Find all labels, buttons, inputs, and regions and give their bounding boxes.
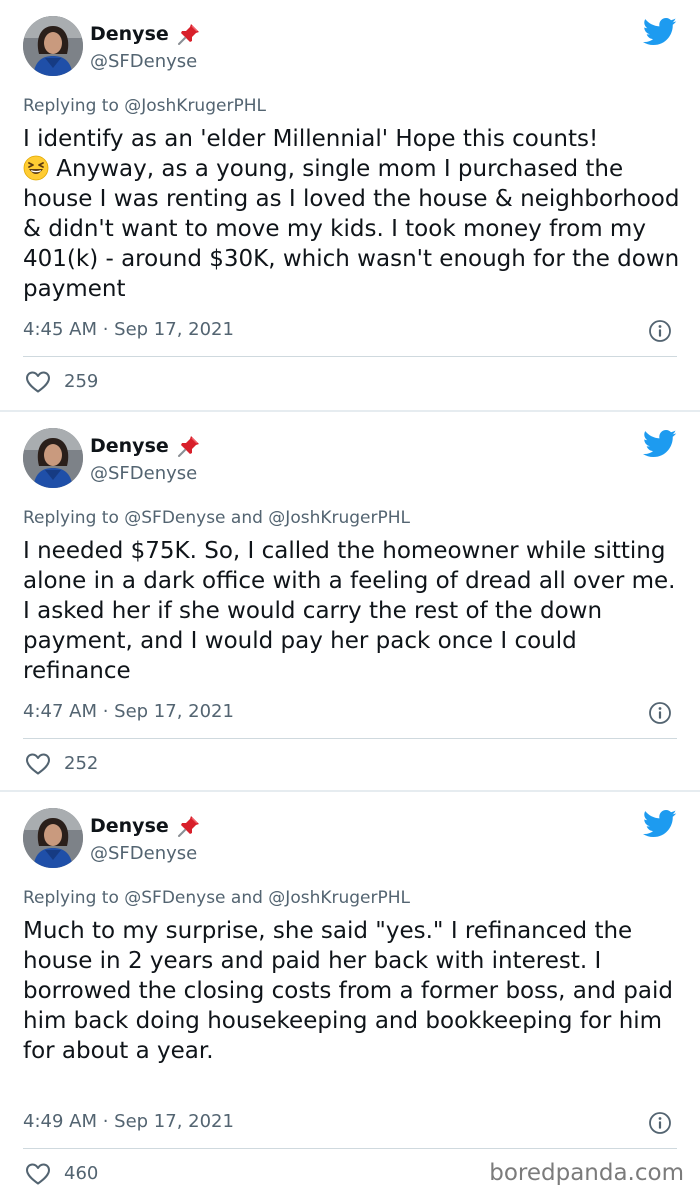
tweet-timestamp[interactable]: 4:49 AM · Sep 17, 2021 xyxy=(23,1110,234,1134)
tweet-text: I needed $75K. So, I called the homeowne… xyxy=(23,538,676,684)
avatar[interactable] xyxy=(23,808,83,868)
divider xyxy=(23,1148,677,1149)
replying-to: Replying to @JoshKrugerPHL xyxy=(23,96,266,116)
info-icon[interactable] xyxy=(648,319,672,343)
twitter-bird-icon[interactable] xyxy=(643,429,677,459)
author-name[interactable]: Denyse xyxy=(90,22,169,46)
tweet-text: Much to my surprise, she said "yes." I r… xyxy=(23,918,673,1064)
like-count: 259 xyxy=(64,371,99,392)
tweet-card[interactable]: Denyse @SFDenyse Replying to @SFDenyse a… xyxy=(0,410,700,820)
pushpin-icon xyxy=(177,434,201,458)
like-count: 460 xyxy=(64,1163,99,1184)
tweet-text: I identify as an 'elder Millennial' Hope… xyxy=(23,126,680,302)
author-handle[interactable]: @SFDenyse xyxy=(90,842,197,866)
heart-icon[interactable] xyxy=(25,1162,51,1186)
twitter-bird-icon[interactable] xyxy=(643,809,677,839)
grinning-squinting-face-icon xyxy=(23,155,49,181)
like-count: 252 xyxy=(64,753,99,774)
info-icon[interactable] xyxy=(648,1111,672,1135)
pushpin-icon xyxy=(177,22,201,46)
replying-to: Replying to @SFDenyse and @JoshKrugerPHL xyxy=(23,508,411,528)
info-icon[interactable] xyxy=(648,701,672,725)
tweet-timestamp[interactable]: 4:47 AM · Sep 17, 2021 xyxy=(23,700,234,724)
tweet-card[interactable]: Denyse @SFDenyse Replying to @SFDenyse a… xyxy=(0,790,700,1200)
divider xyxy=(23,356,677,357)
author-handle[interactable]: @SFDenyse xyxy=(90,462,197,486)
pushpin-icon xyxy=(177,814,201,838)
tweet-timestamp[interactable]: 4:45 AM · Sep 17, 2021 xyxy=(23,318,234,342)
heart-icon[interactable] xyxy=(25,370,51,394)
twitter-bird-icon[interactable] xyxy=(643,17,677,47)
replying-to: Replying to @SFDenyse and @JoshKrugerPHL xyxy=(23,888,411,908)
heart-icon[interactable] xyxy=(25,752,51,776)
avatar[interactable] xyxy=(23,428,83,488)
avatar[interactable] xyxy=(23,16,83,76)
tweet-card[interactable]: Denyse @SFDenyse Replying to @JoshKruger… xyxy=(0,0,700,410)
watermark: boredpanda.com xyxy=(489,1160,684,1186)
author-name[interactable]: Denyse xyxy=(90,814,169,838)
author-name[interactable]: Denyse xyxy=(90,434,169,458)
author-handle[interactable]: @SFDenyse xyxy=(90,50,197,74)
divider xyxy=(23,738,677,739)
